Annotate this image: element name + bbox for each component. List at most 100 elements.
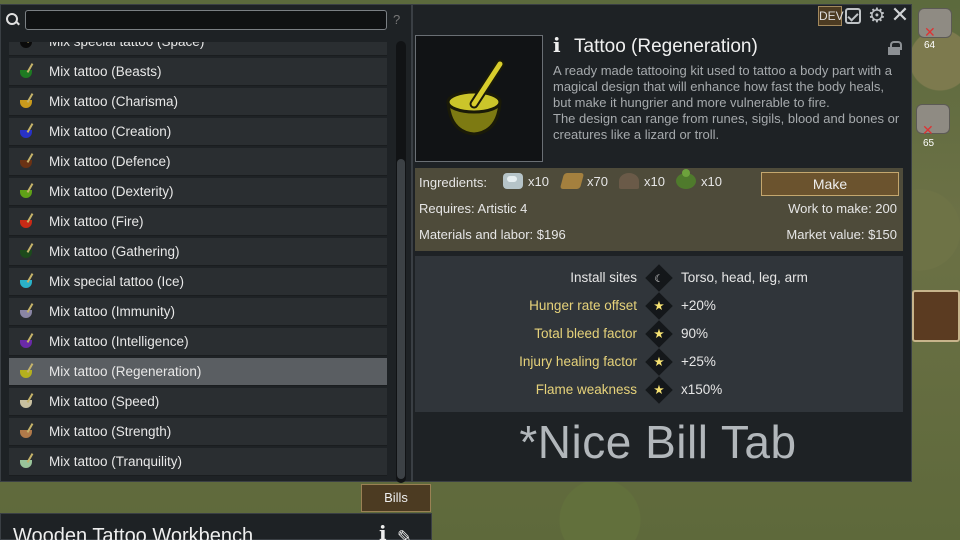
recipe-list-item[interactable]: Mix tattoo (Tranquility) xyxy=(9,448,387,476)
recipe-list-item[interactable]: Mix special tattoo (Space) xyxy=(9,42,387,56)
stats-box: Install sites ☾ Torso, head, leg, arm Hunge… xyxy=(415,256,903,412)
tattoo-bowl-icon xyxy=(15,180,39,204)
description-paragraph: A ready made tattooing kit used to tatto… xyxy=(553,63,892,110)
recipe-list-item[interactable]: Mix tattoo (Charisma) xyxy=(9,88,387,116)
recipe-label: Mix special tattoo (Space) xyxy=(49,42,204,49)
tattoo-bowl-icon xyxy=(15,120,39,144)
recipe-label: Mix tattoo (Beasts) xyxy=(49,64,162,79)
tattoo-bowl-icon xyxy=(15,42,39,54)
stat-label: Install sites xyxy=(570,270,637,285)
recipe-label: Mix tattoo (Regeneration) xyxy=(49,364,202,379)
recipe-list-panel: ? Mix special tattoo (Space) Mix tattoo (… xyxy=(0,4,412,483)
ingredient-item: x10 xyxy=(676,169,722,189)
materials-labor-text: Materials and labor: $196 xyxy=(419,227,566,242)
tattoo-bowl-icon xyxy=(15,150,39,174)
tattoo-bowl-icon xyxy=(15,300,39,324)
close-icon[interactable]: ✕ xyxy=(890,4,910,26)
checkbox-icon[interactable] xyxy=(845,8,861,24)
search-icon xyxy=(6,13,20,27)
make-button[interactable]: Make xyxy=(761,172,899,196)
ingredient-qty: x10 xyxy=(528,173,549,189)
ingredient-item: x10 xyxy=(619,173,665,189)
stack-count: 64 xyxy=(924,40,936,51)
description-paragraph: The design can range from runes, sigils,… xyxy=(553,111,900,142)
workbench-tool-icon[interactable] xyxy=(912,290,960,342)
ingredient-qty: x70 xyxy=(587,173,608,189)
recipe-list-item[interactable]: Mix tattoo (Creation) xyxy=(9,118,387,146)
search-help-icon[interactable]: ? xyxy=(393,12,400,27)
recipe-label: Mix special tattoo (Ice) xyxy=(49,274,185,289)
ingredient-item: x70 xyxy=(559,173,608,189)
stat-row[interactable]: Hunger rate offset ★ +20% xyxy=(415,292,903,320)
watermark-title: *Nice Bill Tab xyxy=(519,416,797,468)
work-to-make-text: Work to make: 200 xyxy=(788,201,897,216)
recipe-label: Mix tattoo (Tranquility) xyxy=(49,454,183,469)
tattoo-bowl-icon xyxy=(15,330,39,354)
stat-value: +20% xyxy=(681,298,716,313)
tattoo-bowl-icon xyxy=(15,60,39,84)
tattoo-bowl-icon xyxy=(15,390,39,414)
stat-row[interactable]: Install sites ☾ Torso, head, leg, arm xyxy=(415,264,903,292)
stat-row[interactable]: Flame weakness ★ x150% xyxy=(415,376,903,404)
scrollbar-thumb[interactable] xyxy=(397,159,405,479)
star-icon: ★ xyxy=(645,376,673,404)
recipe-label: Mix tattoo (Creation) xyxy=(49,124,172,139)
recipe-list-item[interactable]: Mix special tattoo (Ice) xyxy=(9,268,387,296)
star-icon: ★ xyxy=(645,292,673,320)
stat-label: Injury healing factor xyxy=(519,354,637,369)
ingredient-item: x10 xyxy=(503,173,549,189)
gear-icon[interactable]: ⚙ xyxy=(868,6,886,26)
recipe-label: Mix tattoo (Defence) xyxy=(49,154,171,169)
recipe-list-item[interactable]: Mix tattoo (Immunity) xyxy=(9,298,387,326)
recipe-list-item[interactable]: Mix tattoo (Dexterity) xyxy=(9,178,387,206)
body-icon: ☾ xyxy=(645,264,673,292)
lock-icon[interactable] xyxy=(888,41,902,55)
info-icon[interactable]: i xyxy=(553,35,565,55)
recipe-list-item[interactable]: Mix tattoo (Speed) xyxy=(9,388,387,416)
info-icon[interactable]: i xyxy=(379,521,387,540)
product-image xyxy=(415,35,543,162)
tab-bills[interactable]: Bills xyxy=(361,484,431,512)
product-title: Tattoo (Regeneration) xyxy=(574,36,758,57)
tattoo-bowl-icon xyxy=(15,360,39,384)
wood-icon xyxy=(559,173,585,189)
recipe-list-scrollbar[interactable] xyxy=(396,41,406,483)
tattoo-bowl-icon xyxy=(446,59,505,136)
stat-label: Flame weakness xyxy=(535,382,637,397)
recipe-label: Mix tattoo (Speed) xyxy=(49,394,160,409)
search-input[interactable] xyxy=(25,10,387,30)
stat-label: Hunger rate offset xyxy=(529,298,637,313)
recipe-label: Mix tattoo (Gathering) xyxy=(49,244,180,259)
stat-value: +25% xyxy=(681,354,716,369)
recipe-label: Mix tattoo (Intelligence) xyxy=(49,334,189,349)
star-icon: ★ xyxy=(645,348,673,376)
recipe-list-item[interactable]: Mix tattoo (Regeneration) xyxy=(9,358,387,386)
recipe-list-item[interactable]: Mix tattoo (Beasts) xyxy=(9,58,387,86)
recipe-list-item[interactable]: Mix tattoo (Defence) xyxy=(9,148,387,176)
recipe-list: Mix special tattoo (Space) Mix tattoo (Be… xyxy=(9,42,387,486)
recipe-list-item[interactable]: Mix tattoo (Intelligence) xyxy=(9,328,387,356)
ingredient-qty: x10 xyxy=(701,173,722,189)
recipe-label: Mix tattoo (Immunity) xyxy=(49,304,176,319)
dev-button[interactable]: DEV xyxy=(818,6,844,26)
recipe-list-item[interactable]: Mix tattoo (Gathering) xyxy=(9,238,387,266)
bill-detail-panel: DEV ⚙ ✕ i Tattoo (Regeneration) A ready … xyxy=(412,4,912,482)
recipe-label: Mix tattoo (Fire) xyxy=(49,214,144,229)
recipe-list-item[interactable]: Mix tattoo (Strength) xyxy=(9,418,387,446)
ingredients-label: Ingredients: xyxy=(419,175,487,190)
stat-row[interactable]: Total bleed factor ★ 90% xyxy=(415,320,903,348)
forbidden-icon: ✕ xyxy=(924,24,936,40)
recipe-list-item[interactable]: Mix tattoo (Fire) xyxy=(9,208,387,236)
recipe-label: Mix tattoo (Charisma) xyxy=(49,94,179,109)
market-value-text: Market value: $150 xyxy=(786,227,897,242)
cloth-icon xyxy=(503,173,523,189)
rock-icon xyxy=(619,173,639,189)
stat-row[interactable]: Injury healing factor ★ +25% xyxy=(415,348,903,376)
star-icon: ★ xyxy=(645,320,673,348)
workbench-title: Wooden Tattoo Workbench xyxy=(13,525,254,540)
rename-icon[interactable]: ✎ xyxy=(397,527,412,540)
forbidden-icon: ✕ xyxy=(922,122,934,138)
ingredient-qty: x10 xyxy=(644,173,665,189)
cost-box: Ingredients: x10 x70 x10 x10 Make Requir… xyxy=(415,168,903,251)
product-description: A ready made tattooing kit used to tatto… xyxy=(553,63,905,143)
